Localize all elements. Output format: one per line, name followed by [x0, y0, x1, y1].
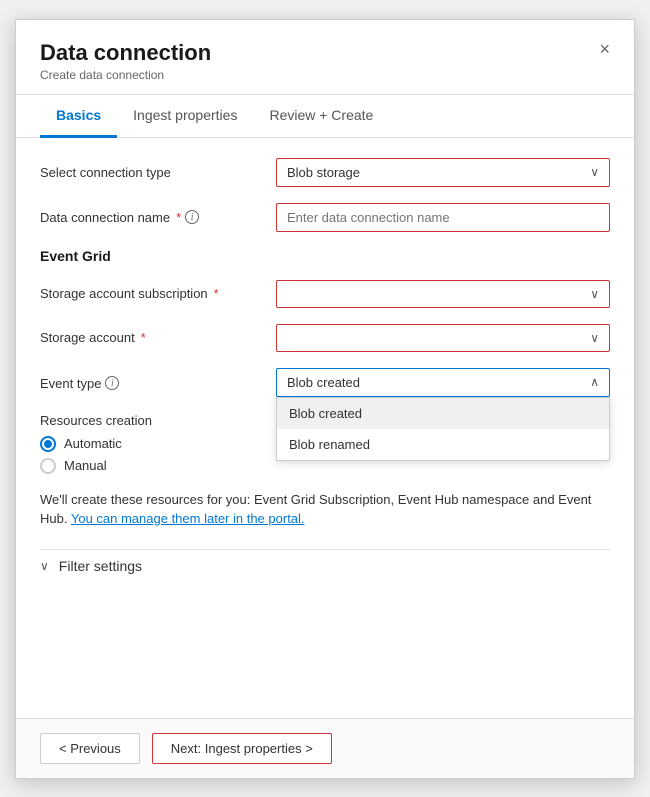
data-connection-dialog: Data connection Create data connection ×…	[15, 19, 635, 779]
radio-manual-label: Manual	[64, 458, 107, 473]
tab-review-create[interactable]: Review + Create	[253, 95, 389, 138]
event-type-row: Event type i Blob created ∧ Blob created…	[40, 368, 610, 397]
storage-account-label: Storage account *	[40, 330, 260, 345]
connection-name-label: Data connection name * i	[40, 210, 260, 225]
manage-portal-link[interactable]: You can manage them later in the portal.	[71, 511, 305, 526]
event-type-control: Blob created ∧ Blob created Blob renamed	[276, 368, 610, 397]
event-type-value: Blob created	[287, 375, 360, 390]
storage-account-chevron: ∨	[590, 331, 599, 345]
next-button[interactable]: Next: Ingest properties >	[152, 733, 332, 764]
dialog-footer: < Previous Next: Ingest properties >	[16, 718, 634, 778]
event-type-menu: Blob created Blob renamed	[276, 397, 610, 461]
event-type-chevron: ∧	[590, 375, 599, 389]
radio-automatic-label: Automatic	[64, 436, 122, 451]
tab-basics[interactable]: Basics	[40, 95, 117, 138]
connection-name-control	[276, 203, 610, 232]
radio-manual-input	[40, 458, 56, 474]
connection-name-input[interactable]	[276, 203, 610, 232]
tab-ingest-properties[interactable]: Ingest properties	[117, 95, 253, 138]
connection-type-row: Select connection type Blob storage ∨	[40, 158, 610, 187]
header-text: Data connection Create data connection	[40, 40, 211, 82]
storage-subscription-chevron: ∨	[590, 287, 599, 301]
dialog-body: Select connection type Blob storage ∨ Da…	[16, 138, 634, 718]
storage-account-row: Storage account * ∨	[40, 324, 610, 352]
storage-subscription-dropdown[interactable]: ∨	[276, 280, 610, 308]
storage-subscription-row: Storage account subscription * ∨	[40, 280, 610, 308]
info-icon[interactable]: i	[185, 210, 199, 224]
event-type-dropdown[interactable]: Blob created ∧	[276, 368, 610, 397]
connection-type-dropdown[interactable]: Blob storage ∨	[276, 158, 610, 187]
filter-chevron-icon: ∨	[40, 559, 49, 573]
dialog-header: Data connection Create data connection ×	[16, 20, 634, 95]
event-type-info-icon[interactable]: i	[105, 376, 119, 390]
required-marker: *	[176, 210, 181, 225]
storage-account-dropdown[interactable]: ∨	[276, 324, 610, 352]
required-marker-acct: *	[141, 330, 146, 345]
event-grid-title: Event Grid	[40, 248, 610, 264]
dialog-title: Data connection	[40, 40, 211, 66]
connection-name-row: Data connection name * i	[40, 203, 610, 232]
radio-automatic-input	[40, 436, 56, 452]
event-type-option-blob-created[interactable]: Blob created	[277, 398, 609, 429]
required-marker-sub: *	[214, 286, 219, 301]
tab-bar: Basics Ingest properties Review + Create	[16, 95, 634, 138]
filter-settings-section[interactable]: ∨ Filter settings	[40, 549, 610, 574]
storage-subscription-control: ∨	[276, 280, 610, 308]
close-button[interactable]: ×	[599, 40, 610, 58]
event-type-label: Event type i	[40, 376, 260, 391]
connection-type-label: Select connection type	[40, 165, 260, 180]
dialog-subtitle: Create data connection	[40, 68, 211, 82]
connection-type-chevron: ∨	[590, 165, 599, 179]
radio-automatic-inner	[44, 440, 52, 448]
previous-button[interactable]: < Previous	[40, 733, 140, 764]
connection-type-value: Blob storage	[287, 165, 360, 180]
event-type-option-blob-renamed[interactable]: Blob renamed	[277, 429, 609, 460]
storage-account-control: ∨	[276, 324, 610, 352]
storage-subscription-label: Storage account subscription *	[40, 286, 260, 301]
filter-settings-label: Filter settings	[59, 558, 142, 574]
info-text: We'll create these resources for you: Ev…	[40, 490, 610, 529]
connection-type-control: Blob storage ∨	[276, 158, 610, 187]
